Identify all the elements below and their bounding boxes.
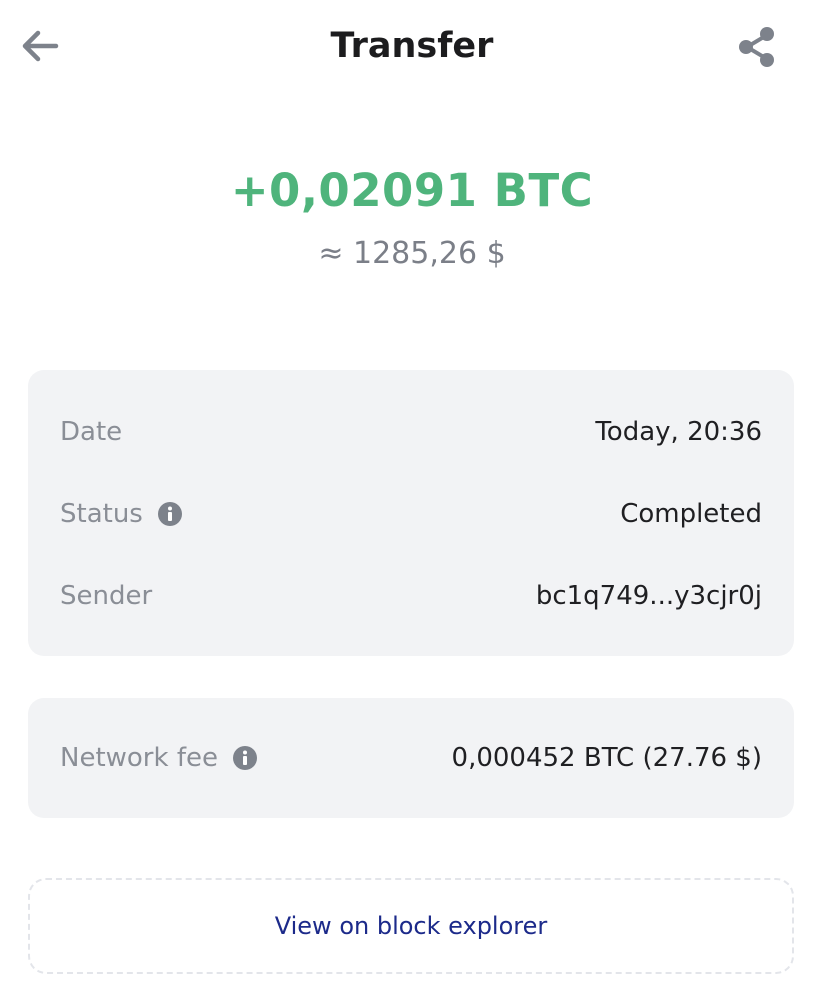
fee-row: Network fee 0,000452 BTC (27.76 $) bbox=[60, 738, 762, 778]
date-label: Date bbox=[60, 417, 123, 447]
view-on-block-explorer-button[interactable]: View on block explorer bbox=[28, 878, 794, 974]
detail-row-sender: Sender bc1q749...y3cjr0j bbox=[60, 576, 762, 616]
detail-row-status: Status Completed bbox=[60, 494, 762, 534]
status-value: Completed bbox=[620, 499, 762, 529]
fee-label: Network fee bbox=[60, 738, 258, 778]
transfer-amount: +0,02091 BTC bbox=[230, 164, 594, 217]
info-icon[interactable] bbox=[157, 501, 183, 527]
detail-row-date: Date Today, 20:36 bbox=[60, 412, 762, 452]
transfer-screen: Transfer +0,02091 BTC ≈ 1285,26 $ Date T… bbox=[0, 0, 824, 988]
date-value: Today, 20:36 bbox=[595, 417, 762, 447]
header: Transfer bbox=[0, 0, 824, 92]
fee-card: Network fee 0,000452 BTC (27.76 $) bbox=[28, 698, 794, 818]
share-icon bbox=[739, 27, 774, 67]
sender-address[interactable]: bc1q749...y3cjr0j bbox=[536, 576, 762, 616]
fiat-equivalent: ≈ 1285,26 $ bbox=[318, 236, 506, 271]
info-icon[interactable] bbox=[232, 745, 258, 771]
fee-value: 0,000452 BTC (27.76 $) bbox=[451, 743, 762, 773]
share-button[interactable] bbox=[734, 24, 780, 70]
details-card: Date Today, 20:36 Status Completed Sende… bbox=[28, 370, 794, 656]
sender-label: Sender bbox=[60, 581, 153, 611]
status-label: Status bbox=[60, 494, 183, 534]
page-title: Transfer bbox=[330, 26, 494, 66]
